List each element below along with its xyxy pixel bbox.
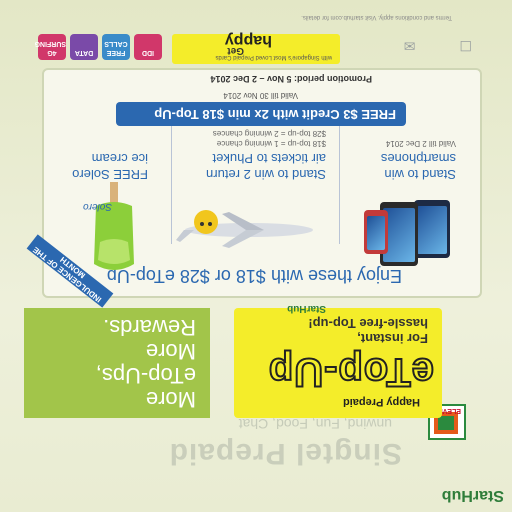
footer-fine-print: Terms and conditions apply. Visit starhu… — [301, 14, 452, 20]
rewards-panel: More eTop-Ups, More Rewards. — [24, 308, 210, 418]
etopup-wordmark: eTop-Up — [267, 349, 435, 395]
prize-heading: Stand to win 2 return — [206, 167, 326, 182]
etopup-tagline-2: hassle-free Top-up! — [308, 316, 428, 331]
prize-heading: ice cream — [91, 151, 148, 166]
prize-note: Valid till 2 Dec 2014 — [385, 139, 456, 148]
singtel-background-text: Singtel Prepaid — [168, 437, 402, 470]
happy-strip-subtext: with Singapore's Most Loved Prepaid Card… — [215, 54, 332, 60]
singtel-background-subtext: unwind, Fun, Food, Chat — [238, 416, 392, 432]
tile-4g-surfing: 4G SURFING — [35, 34, 66, 60]
prize-heading: smartphones — [380, 151, 456, 166]
mail-icon: ✉ — [403, 38, 416, 54]
starhub-mini-logo: StarHub — [287, 303, 326, 314]
column-divider — [339, 116, 340, 244]
tile-idd: IDD — [134, 34, 162, 60]
column-divider — [171, 116, 172, 244]
etopup-tagline-1: For instant, — [357, 331, 428, 346]
smartphones-image — [362, 196, 454, 268]
tile-free-calls: FREE CALLS — [102, 34, 130, 60]
free-credit-text: FREE $3 Credit with 2x min $18 Top-Up — [154, 107, 396, 122]
happy-wordmark: happy — [224, 32, 272, 49]
prize-heading: Stand to win — [384, 167, 456, 182]
promo-title: Enjoy these with $18 or $28 eTop-Up — [106, 266, 402, 286]
promotion-period: Promotion period: 5 Nov – 2 Dec 2014 — [210, 74, 372, 84]
prize-heading: FREE Solero — [72, 167, 148, 182]
rewards-line: More — [145, 339, 196, 364]
solero-brand: Solero — [83, 201, 112, 212]
rewards-line: eTop-Ups, — [95, 363, 196, 388]
tile-data: DATA — [70, 34, 98, 60]
happy-prepaid-label: Happy Prepaid — [342, 396, 420, 408]
prize-heading: air tickets to Phuket — [212, 151, 326, 166]
footer-icons: ☐ ✉ — [404, 37, 472, 54]
rewards-line: Rewards. — [103, 315, 196, 340]
prize-note: $28 top-up = 2 winning chances — [212, 129, 326, 138]
airplane-image — [176, 210, 313, 248]
rewards-line: More — [145, 387, 196, 412]
starhub-logo: StarHub — [441, 487, 504, 504]
prize-note: $18 top-up = 1 winning chance — [216, 139, 326, 148]
ice-cream-image — [94, 182, 134, 270]
free-credit-validity: Valid till 30 Nov 2014 — [223, 91, 298, 100]
chat-icon: ☐ — [459, 38, 472, 54]
promo-flyer: StarHub ELEVEN Singtel Prepaid unwind, F… — [0, 0, 512, 512]
